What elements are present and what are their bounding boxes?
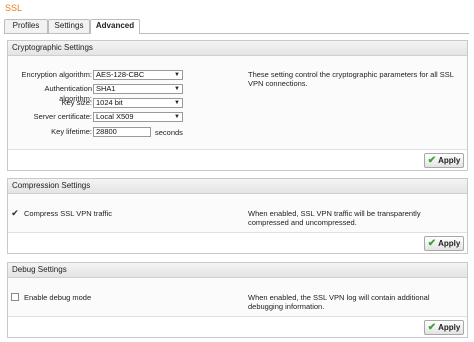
apply-label: Apply [438,323,461,332]
authentication-algorithm-select[interactable]: SHA1 ▼ [93,84,183,94]
panel-footer: ✔ Apply [8,149,467,170]
server-certificate-value: Local X509 [96,112,134,121]
tab-settings[interactable]: Settings [48,19,90,33]
panel-header: Cryptographic Settings [8,41,467,56]
dropdown-arrow-icon: ▼ [174,72,180,78]
key-lifetime-label: Key lifetime: [51,127,92,136]
panel-header: Debug Settings [8,263,467,278]
compression-description: When enabled, SSL VPN traffic will be tr… [248,209,421,227]
debug-description: When enabled, the SSL VPN log will conta… [248,293,430,311]
debug-settings-panel: Debug Settings Enable debug mode When en… [7,262,468,338]
dropdown-arrow-icon: ▼ [174,86,180,92]
encryption-algorithm-label: Encryption algorithm: [21,70,92,79]
server-certificate-select[interactable]: Local X509 ▼ [93,112,183,122]
key-size-select[interactable]: 1024 bit ▼ [93,98,183,108]
apply-label: Apply [438,239,461,248]
debug-apply-button[interactable]: ✔ Apply [424,320,464,335]
server-certificate-label: Server certificate: [33,112,92,121]
apply-label: Apply [438,156,461,165]
dropdown-arrow-icon: ▼ [174,114,180,120]
cryptographic-settings-panel: Cryptographic Settings Encryption algori… [7,40,468,171]
key-size-value: 1024 bit [96,98,123,107]
compression-settings-panel: Compression Settings ✔ Compress SSL VPN … [7,178,468,254]
panel-footer: ✔ Apply [8,232,467,253]
window-title: SSL [5,3,23,13]
panel-header: Compression Settings [8,179,467,194]
compression-apply-button[interactable]: ✔ Apply [424,236,464,251]
authentication-algorithm-value: SHA1 [96,84,116,93]
tab-advanced[interactable]: Advanced [90,19,140,34]
key-lifetime-input[interactable]: 28800 [93,127,151,137]
encryption-algorithm-select[interactable]: AES-128-CBC ▼ [93,70,183,80]
compress-traffic-label: Compress SSL VPN traffic [24,209,112,218]
check-icon: ✔ [427,321,437,333]
tab-profiles[interactable]: Profiles [4,19,48,33]
key-lifetime-unit: seconds [155,128,183,137]
window-titlebar: SSL [0,0,474,17]
compress-traffic-checkbox[interactable]: ✔ [11,209,19,218]
debug-mode-label: Enable debug mode [24,293,92,302]
check-icon: ✔ [427,154,437,166]
crypto-apply-button[interactable]: ✔ Apply [424,153,464,168]
check-icon: ✔ [427,237,437,249]
panel-footer: ✔ Apply [8,316,467,337]
key-size-label: Key size: [61,98,92,107]
encryption-algorithm-value: AES-128-CBC [96,70,145,79]
debug-mode-checkbox[interactable] [11,293,19,301]
tab-divider [4,33,469,34]
crypto-description: These setting control the cryptographic … [248,70,454,88]
dropdown-arrow-icon: ▼ [174,100,180,106]
